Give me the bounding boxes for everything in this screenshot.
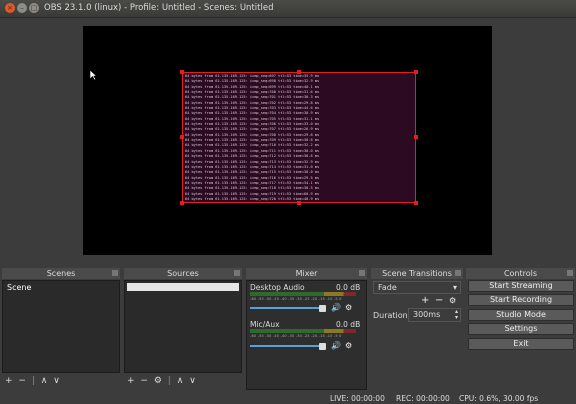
float-icon[interactable] bbox=[359, 270, 365, 276]
sources-toolbar: + − ⚙ | ∧ ∨ bbox=[127, 375, 196, 387]
move-scene-down-button[interactable]: ∨ bbox=[53, 376, 60, 386]
minimize-window-button[interactable]: – bbox=[17, 3, 27, 13]
resize-handle-top[interactable] bbox=[297, 70, 301, 74]
desktop-audio-level: 0.0 dB bbox=[336, 283, 361, 292]
mixer-title-text: Mixer bbox=[295, 269, 318, 278]
separator: | bbox=[167, 376, 171, 386]
move-scene-up-button[interactable]: ∧ bbox=[41, 376, 48, 386]
window-title: OBS 23.1.0 (linux) - Profile: Untitled -… bbox=[44, 3, 274, 13]
duration-field[interactable]: 300ms ▴ ▾ bbox=[408, 308, 461, 322]
duration-label: Duration bbox=[373, 311, 408, 320]
mic-aux-volume-slider[interactable] bbox=[250, 345, 326, 347]
separator: | bbox=[31, 376, 35, 386]
remove-scene-button[interactable]: − bbox=[18, 376, 26, 386]
resize-handle-top-right[interactable] bbox=[414, 70, 418, 74]
start-streaming-button[interactable]: Start Streaming bbox=[468, 280, 574, 292]
mic-aux-meter-scale: -60 -55 -50 -45 -40 -35 -30 -25 -20 -15 … bbox=[250, 334, 342, 338]
studio-mode-button[interactable]: Studio Mode bbox=[468, 309, 574, 321]
resize-handle-bottom-left[interactable] bbox=[180, 201, 184, 205]
gear-icon[interactable]: ⚙ bbox=[449, 296, 456, 305]
transitions-title-text: Scene Transitions bbox=[382, 269, 452, 278]
title-bar: × – □ OBS 23.1.0 (linux) - Profile: Unti… bbox=[0, 0, 576, 18]
add-transition-button[interactable]: + bbox=[421, 295, 429, 306]
resize-handle-bottom-right[interactable] bbox=[414, 201, 418, 205]
exit-button[interactable]: Exit bbox=[468, 338, 574, 350]
live-status: LIVE: 00:00:00 bbox=[330, 394, 385, 403]
spin-down-icon[interactable]: ▾ bbox=[455, 312, 458, 323]
duration-value: 300ms bbox=[413, 310, 441, 319]
float-icon[interactable] bbox=[455, 270, 461, 276]
maximize-window-button[interactable]: □ bbox=[29, 3, 39, 13]
float-icon[interactable] bbox=[112, 270, 118, 276]
resize-handle-top-left[interactable] bbox=[180, 70, 184, 74]
sources-dock-title: Sources bbox=[124, 268, 242, 279]
desktop-audio-volume-slider[interactable] bbox=[250, 307, 326, 309]
close-window-button[interactable]: × bbox=[5, 3, 15, 13]
list-item[interactable]: Scene bbox=[4, 282, 118, 294]
list-item[interactable] bbox=[127, 283, 239, 291]
speaker-icon[interactable]: 🔊 bbox=[331, 303, 341, 312]
resize-handle-left[interactable] bbox=[180, 135, 184, 139]
desktop-audio-label: Desktop Audio bbox=[250, 283, 305, 292]
controls-title-text: Controls bbox=[503, 269, 538, 278]
terminal-source[interactable]: 64 bytes from 61.135.169.125: icmp_seq=6… bbox=[182, 72, 416, 203]
transitions-dock-title: Scene Transitions bbox=[371, 268, 463, 279]
desktop-audio-meter-scale: -60 -55 -50 -45 -40 -35 -30 -25 -20 -15 … bbox=[250, 297, 342, 301]
start-recording-button[interactable]: Start Recording bbox=[468, 294, 574, 306]
transition-select[interactable]: Fade ▾ bbox=[373, 281, 461, 294]
scenes-list[interactable]: Scene bbox=[2, 280, 120, 373]
resize-handle-bottom[interactable] bbox=[297, 201, 301, 205]
remove-transition-button[interactable]: − bbox=[435, 295, 443, 306]
scenes-title-text: Scenes bbox=[46, 269, 76, 278]
rec-status: REC: 00:00:00 bbox=[396, 394, 450, 403]
add-source-button[interactable]: + bbox=[127, 376, 135, 386]
controls-dock-title: Controls bbox=[466, 268, 575, 279]
add-scene-button[interactable]: + bbox=[5, 376, 13, 386]
chevron-down-icon: ▾ bbox=[452, 283, 457, 292]
float-icon[interactable] bbox=[234, 270, 240, 276]
float-icon[interactable] bbox=[567, 270, 573, 276]
mouse-cursor-icon bbox=[89, 69, 97, 81]
resize-handle-right[interactable] bbox=[414, 135, 418, 139]
transition-select-value: Fade bbox=[378, 283, 397, 292]
mixer-dock-title: Mixer bbox=[246, 268, 367, 279]
settings-button[interactable]: Settings bbox=[468, 323, 574, 335]
scenes-dock-title: Scenes bbox=[2, 268, 120, 279]
mic-aux-level: 0.0 dB bbox=[336, 320, 361, 329]
mic-aux-slider-handle[interactable] bbox=[319, 343, 326, 350]
desktop-audio-slider-handle[interactable] bbox=[319, 305, 326, 312]
mic-aux-label: Mic/Aux bbox=[250, 320, 280, 329]
mic-aux-meter bbox=[250, 329, 356, 333]
sources-list[interactable] bbox=[124, 280, 242, 373]
cpu-status: CPU: 0.6%, 30.00 fps bbox=[459, 394, 539, 403]
move-source-down-button[interactable]: ∨ bbox=[189, 376, 196, 386]
gear-icon[interactable]: ⚙ bbox=[345, 341, 352, 350]
desktop-audio-meter bbox=[250, 292, 356, 296]
sources-title-text: Sources bbox=[167, 269, 199, 278]
gear-icon[interactable]: ⚙ bbox=[345, 303, 352, 312]
speaker-icon[interactable]: 🔊 bbox=[331, 341, 341, 350]
remove-source-button[interactable]: − bbox=[140, 376, 148, 386]
move-source-up-button[interactable]: ∧ bbox=[177, 376, 184, 386]
source-properties-button[interactable]: ⚙ bbox=[154, 376, 162, 386]
scenes-toolbar: + − | ∧ ∨ bbox=[5, 375, 60, 387]
